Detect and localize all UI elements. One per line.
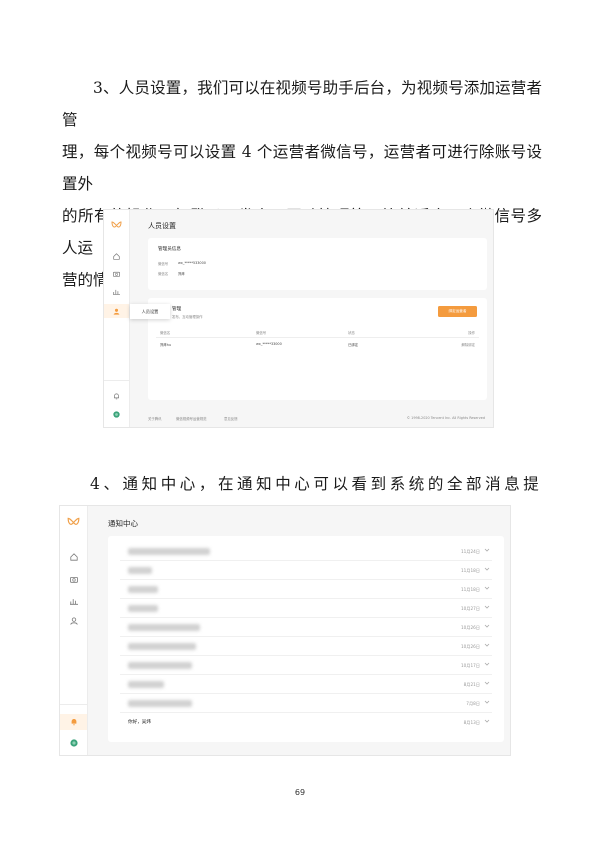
chevron-down-icon[interactable]: [484, 566, 490, 572]
avatar[interactable]: [60, 736, 87, 750]
operators-subtitle: 发布、互动管理操作: [172, 315, 203, 319]
stats-icon[interactable]: [60, 594, 87, 608]
notice-date: 10月17日: [460, 662, 480, 668]
col-action: 操作: [468, 331, 475, 335]
notice-date: 10月27日: [460, 605, 480, 611]
logo-icon: [60, 514, 87, 530]
list-item[interactable]: 11月18日: [120, 561, 492, 580]
page-title: 人员设置: [148, 222, 176, 230]
screenshot-personnel-settings: 人员设置 管理员信息 微信号 wx_*****533000 微信名 郑烨 管理 …: [103, 209, 494, 428]
notice-list: 11月24日 11月18日 11月18日 10月27日 10月26日 10月26…: [108, 536, 504, 742]
wechat-id-label: 微信号: [158, 262, 169, 266]
notice-date: 7月8日: [466, 700, 480, 706]
list-item[interactable]: 8月21日: [120, 675, 492, 694]
list-item[interactable]: 10月27日: [120, 599, 492, 618]
operators-title: 管理: [172, 307, 182, 312]
chevron-down-icon[interactable]: [484, 642, 490, 648]
blurred-notice-text: [128, 700, 192, 707]
nav-tooltip: 人员设置: [130, 304, 170, 319]
col-wechat-id: 微信号: [256, 331, 267, 335]
page-number: 69: [294, 788, 306, 797]
notice-date: 11月18日: [460, 567, 480, 573]
chevron-down-icon[interactable]: [484, 661, 490, 667]
notice-text: 你好，吴炜: [128, 720, 151, 725]
chevron-down-icon[interactable]: [484, 718, 490, 724]
chevron-down-icon[interactable]: [484, 699, 490, 705]
wechat-id-value: wx_*****533000: [178, 261, 206, 265]
footer-link-about[interactable]: 关于腾讯: [148, 416, 162, 421]
chevron-down-icon[interactable]: [484, 604, 490, 610]
chevron-down-icon[interactable]: [484, 623, 490, 629]
admin-info-card: 管理员信息 微信号 wx_*****533000 微信名 郑烨: [148, 238, 487, 290]
admin-info-title: 管理员信息: [158, 247, 181, 252]
camera-icon[interactable]: [104, 268, 129, 280]
chevron-down-icon[interactable]: [484, 680, 490, 686]
list-item[interactable]: 7月8日: [120, 694, 492, 713]
page-title: 通知中心: [108, 519, 138, 528]
list-item[interactable]: 10月26日: [120, 637, 492, 656]
logo-icon: [104, 218, 129, 232]
user-icon[interactable]: [104, 304, 129, 318]
side-rail: [104, 210, 130, 427]
para1-line1: 3、人员设置，我们可以在视频号助手后台，为视频号添加运营者管: [62, 79, 542, 129]
col-status: 状态: [348, 331, 355, 335]
operators-card: 管理 发布、互动管理操作 绑定运营者 微信名 微信号 状态 操作 郑烨hu wx…: [148, 298, 487, 400]
table-header: 微信名 微信号 状态 操作: [156, 328, 479, 338]
blurred-notice-text: [128, 624, 200, 631]
wechat-name-value: 郑烨: [178, 272, 185, 276]
bell-icon[interactable]: [60, 714, 87, 730]
notice-date: 11月18日: [460, 586, 480, 592]
blurred-notice-text: [128, 605, 158, 612]
bind-operator-button[interactable]: 绑定运营者: [438, 306, 477, 317]
footer-link-rules[interactable]: 微信视频号运营规范: [176, 416, 207, 421]
col-wechat-name: 微信名: [160, 331, 171, 335]
row-status: 已绑定: [348, 343, 359, 347]
chevron-down-icon[interactable]: [484, 547, 490, 553]
unbind-link[interactable]: 解除绑定: [461, 342, 475, 347]
notice-date: 8月21日: [463, 681, 480, 687]
blurred-notice-text: [128, 681, 164, 688]
blurred-notice-text: [128, 567, 152, 574]
blurred-notice-text: [128, 662, 192, 669]
list-item[interactable]: 你好，吴炜 8月13日: [120, 713, 492, 732]
stats-icon[interactable]: [104, 286, 129, 298]
wechat-name-label: 微信名: [158, 272, 169, 276]
home-icon[interactable]: [60, 550, 87, 564]
list-item[interactable]: 10月17日: [120, 656, 492, 675]
side-rail: [60, 506, 88, 755]
user-icon[interactable]: [60, 614, 87, 628]
avatar[interactable]: [104, 408, 129, 420]
list-item[interactable]: 11月24日: [120, 542, 492, 561]
blurred-notice-text: [128, 643, 196, 650]
camera-icon[interactable]: [60, 572, 87, 586]
notice-date: 10月26日: [460, 643, 480, 649]
chevron-down-icon[interactable]: [484, 585, 490, 591]
notice-date: 11月24日: [460, 548, 480, 554]
notice-date: 8月13日: [463, 719, 480, 725]
bell-icon[interactable]: [104, 390, 129, 402]
home-icon[interactable]: [104, 250, 129, 262]
list-item[interactable]: 11月18日: [120, 580, 492, 599]
blurred-notice-text: [128, 548, 210, 555]
footer-copyright: © 1998-2020 Tencent Inc. All Rights Rese…: [406, 416, 485, 420]
row-wechat-name: 郑烨hu: [160, 343, 172, 347]
table-row: 郑烨hu wx_*****33000 已绑定 解除绑定: [156, 340, 479, 350]
notice-date: 10月26日: [460, 624, 480, 630]
para1-line2: 理，每个视频号可以设置 4 个运营者微信号，运营者可进行除账号设置外: [62, 143, 542, 193]
row-wechat-id: wx_*****33000: [256, 342, 282, 346]
footer-link-feedback[interactable]: 意见反馈: [224, 416, 238, 421]
screenshot-notification-center: 通知中心 11月24日 11月18日 11月18日 10月27日 10月26日: [59, 505, 511, 756]
list-item[interactable]: 10月26日: [120, 618, 492, 637]
blurred-notice-text: [128, 586, 158, 593]
